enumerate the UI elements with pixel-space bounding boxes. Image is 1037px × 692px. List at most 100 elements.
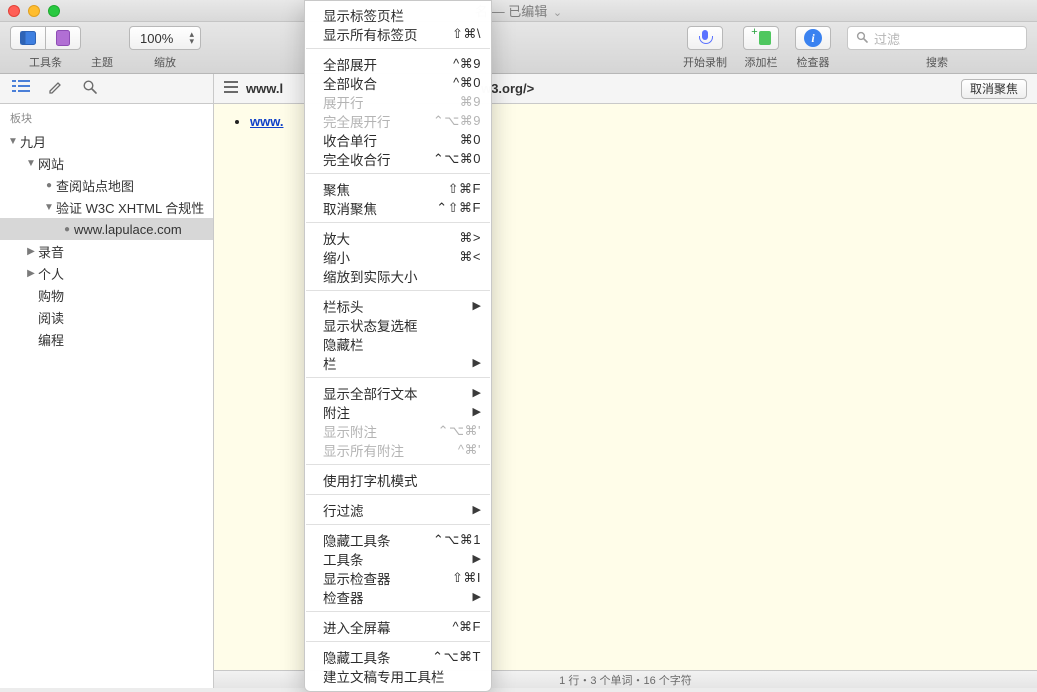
menu-item-label: 显示标签页栏 <box>323 5 404 25</box>
mic-icon <box>699 30 711 46</box>
tree-item-selected[interactable]: ●www.lapulace.com <box>0 218 213 240</box>
menu-separator <box>306 48 490 49</box>
tree-item-sitemap[interactable]: ●查阅站点地图 <box>0 174 213 196</box>
menu-item-label: 展开行 <box>323 92 364 112</box>
sidebar-toolbar <box>0 74 214 103</box>
tree-label: 录音 <box>38 242 64 261</box>
zoom-select[interactable]: 100% ▴▾ <box>129 26 201 50</box>
tree-item-shop[interactable]: ●购物 <box>0 284 213 306</box>
chevron-right-icon: ▶ <box>473 503 481 516</box>
menu-item-label: 检查器 <box>323 587 364 607</box>
menu-item[interactable]: 聚焦⇧⌘F <box>305 179 491 198</box>
menu-item[interactable]: 完全收合行⌃⌥⌘0 <box>305 149 491 168</box>
record-button[interactable] <box>687 26 723 50</box>
menu-item-shortcut: ⌃⌥⌘1 <box>433 532 481 548</box>
menu-item-label: 显示所有标签页 <box>323 24 418 44</box>
disclosure-down-icon: ▼ <box>24 158 38 169</box>
menu-item[interactable]: 显示状态复选框 <box>305 315 491 334</box>
sidebar-tree: ▼九月 ▼网站 ●查阅站点地图 ▼验证 W3C XHTML 合规性 ●www.l… <box>0 130 213 350</box>
menu-item[interactable]: 显示全部行文本▶ <box>305 383 491 402</box>
status-text: 1 行・3 个单词・16 个字符 <box>559 672 692 688</box>
inspector-button[interactable]: i <box>795 26 831 50</box>
menu-item: 显示所有附注^⌘' <box>305 440 491 459</box>
menu-item[interactable]: 检查器▶ <box>305 587 491 606</box>
tree-label: 阅读 <box>38 308 64 327</box>
menu-item-label: 全部收合 <box>323 73 377 93</box>
menu-item[interactable]: 取消聚焦 ⌃⇧⌘F <box>305 198 491 217</box>
menu-item[interactable]: 缩小⌘< <box>305 247 491 266</box>
search-input[interactable]: 过滤 <box>847 26 1027 50</box>
outline-icon[interactable] <box>12 79 30 99</box>
tree-label: www.lapulace.com <box>74 222 182 237</box>
menu-item[interactable]: 显示所有标签页⇧⌘\ <box>305 24 491 43</box>
menu-item-label: 显示检查器 <box>323 568 391 588</box>
menu-item[interactable]: 显示标签页栏 <box>305 5 491 24</box>
menu-separator <box>306 290 490 291</box>
context-menu[interactable]: 显示标签页栏显示所有标签页⇧⌘\全部展开^⌘9全部收合^⌘0展开行⌘9完全展开行… <box>304 0 492 692</box>
cancel-focus-button[interactable]: 取消聚焦 <box>961 79 1027 99</box>
menu-item-shortcut: ⇧⌘F <box>448 181 481 197</box>
toolbar-group-tools: 工具条 <box>10 26 81 70</box>
toolbar-group-record: 开始录制 <box>683 26 727 70</box>
menu-item[interactable]: 显示检查器⇧⌘I <box>305 568 491 587</box>
menu-item[interactable]: 收合单行⌘0 <box>305 130 491 149</box>
menu-item-label: 缩小 <box>323 247 350 267</box>
editor-link[interactable]: www. <box>250 114 283 129</box>
menu-item-shortcut: ⌘9 <box>460 94 481 110</box>
bullet-icon: ● <box>60 224 74 235</box>
menu-item[interactable]: 栏标头▶ <box>305 296 491 315</box>
tree-item-month[interactable]: ▼九月 <box>0 130 213 152</box>
menu-item[interactable]: 工具条▶ <box>305 549 491 568</box>
tree-item-rec[interactable]: ▶录音 <box>0 240 213 262</box>
tree-item-read[interactable]: ●阅读 <box>0 306 213 328</box>
menu-item-shortcut: ⌃⇧⌘F <box>436 200 481 216</box>
window-title[interactable]: 名 — 已编辑 ⌄ <box>0 1 1037 20</box>
menu-item-shortcut: ^⌘F <box>452 619 481 635</box>
menu-item[interactable]: 进入全屏幕^⌘F <box>305 617 491 636</box>
disclosure-right-icon: ▶ <box>24 246 38 257</box>
tool-right-button[interactable] <box>45 26 81 50</box>
document-icon <box>56 30 70 46</box>
main-area: 板块 ▼九月 ▼网站 ●查阅站点地图 ▼验证 W3C XHTML 合规性 ●ww… <box>0 104 1037 688</box>
tree-label: 查阅站点地图 <box>56 176 134 195</box>
menu-item[interactable]: 使用打字机模式 <box>305 470 491 489</box>
menu-item[interactable]: 隐藏工具条⌃⌥⌘1 <box>305 530 491 549</box>
toolbar-group-theme: 主题 <box>91 26 113 70</box>
menu-item[interactable]: 附注▶ <box>305 402 491 421</box>
tree-item-validate[interactable]: ▼验证 W3C XHTML 合规性 <box>0 196 213 218</box>
edit-icon[interactable] <box>48 79 64 99</box>
search-icon <box>856 31 868 46</box>
bullet-icon: ● <box>42 180 56 191</box>
menu-item-shortcut: ⌃⌥⌘0 <box>433 151 481 167</box>
menu-item[interactable]: 全部展开^⌘9 <box>305 54 491 73</box>
tree-item-site[interactable]: ▼网站 <box>0 152 213 174</box>
menu-item[interactable]: 隐藏工具条⌃⌥⌘T <box>305 647 491 666</box>
toolbar: 工具条 主题 100% ▴▾ 缩放 开始录制 添加栏 i 检查器 过滤 搜索 <box>0 22 1037 74</box>
titlebar: 名 — 已编辑 ⌄ <box>0 0 1037 22</box>
stepper-icon: ▴▾ <box>189 31 194 45</box>
sidebar-left-icon <box>20 31 36 45</box>
menu-item-label: 取消聚焦 <box>323 198 377 218</box>
menu-item[interactable]: 全部收合^⌘0 <box>305 73 491 92</box>
toolbar-group-search: 过滤 搜索 <box>847 26 1027 70</box>
tool-left-button[interactable] <box>10 26 46 50</box>
menu-item-label: 栏标头 <box>323 296 364 316</box>
menu-item[interactable]: 栏▶ <box>305 353 491 372</box>
menu-item-label: 显示附注 <box>323 421 377 441</box>
menu-item[interactable]: 放大⌘> <box>305 228 491 247</box>
menu-item[interactable]: 缩放到实际大小 <box>305 266 491 285</box>
toolbar-label-zoom: 缩放 <box>154 54 176 70</box>
menu-item[interactable]: 建立文稿专用工具栏 <box>305 666 491 685</box>
magnify-icon[interactable] <box>82 79 98 99</box>
menu-item: 显示附注⌃⌥⌘' <box>305 421 491 440</box>
menu-item[interactable]: 行过滤▶ <box>305 500 491 519</box>
title-state: — 已编辑 <box>492 4 548 19</box>
menu-item[interactable]: 隐藏栏 <box>305 334 491 353</box>
menu-item-shortcut: ⌃⌥⌘9 <box>433 113 481 129</box>
chevron-down-icon[interactable]: ⌄ <box>553 7 562 19</box>
menu-item-shortcut: ^⌘' <box>458 442 481 458</box>
tree-item-personal[interactable]: ▶个人 <box>0 262 213 284</box>
menu-separator <box>306 464 490 465</box>
tree-item-code[interactable]: ●编程 <box>0 328 213 350</box>
add-column-button[interactable] <box>743 26 779 50</box>
